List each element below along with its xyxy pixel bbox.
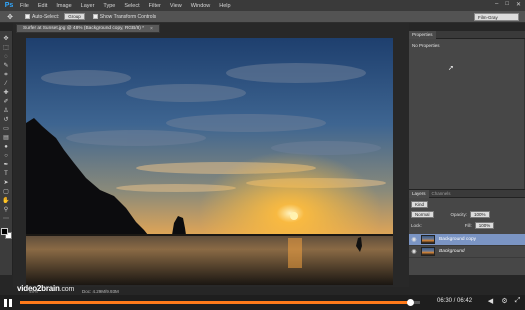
layers-panel: Kind Normal Opacity: 100% Lock: Fill: 10… xyxy=(409,198,525,275)
tab-channels[interactable]: Channels xyxy=(429,190,454,198)
brush-tool-icon[interactable]: ✐ xyxy=(1,98,11,106)
clone-stamp-tool-icon[interactable]: ♙ xyxy=(1,107,11,115)
lock-fill-row: Lock: Fill: 100% xyxy=(411,222,495,229)
quick-select-tool-icon[interactable]: ✎ xyxy=(1,62,11,70)
layer-filter-row: Kind xyxy=(411,201,429,208)
menu-bar: Ps File Edit Image Layer Type Select Fil… xyxy=(0,0,525,11)
visibility-eye-icon[interactable]: ◉ xyxy=(409,248,419,255)
crop-tool-icon[interactable]: ⌗ xyxy=(1,71,11,79)
document-tab[interactable]: Surfer at Sunset.jpg @ 48% (Background c… xyxy=(16,24,160,33)
properties-panel: No Properties ➚ xyxy=(409,39,525,189)
timeline-scrubber[interactable] xyxy=(406,299,414,306)
eraser-tool-icon[interactable]: ▭ xyxy=(1,125,11,133)
menu-type[interactable]: Type xyxy=(103,3,115,9)
minimize-button[interactable]: – xyxy=(495,1,498,8)
timeline-progress xyxy=(20,301,410,304)
layer-thumbnail xyxy=(421,235,435,244)
mouse-cursor-icon: ➚ xyxy=(448,65,454,72)
layer-thumbnail xyxy=(421,247,435,256)
menu-window[interactable]: Window xyxy=(191,3,211,9)
properties-panel-header: Properties xyxy=(409,30,525,39)
fullscreen-icon[interactable]: ⤢ xyxy=(513,297,522,306)
document-tab-title: Surfer at Sunset.jpg @ 48% (Background c… xyxy=(23,26,145,31)
pause-button[interactable] xyxy=(4,299,12,307)
auto-select-dropdown[interactable]: Group xyxy=(64,13,85,20)
layer-name: Background copy xyxy=(439,237,477,242)
fill-label: Fill: xyxy=(464,223,472,228)
healing-brush-tool-icon[interactable]: ✚ xyxy=(1,89,11,97)
main-menu: File Edit Image Layer Type Select Filter… xyxy=(20,3,231,9)
visibility-eye-icon[interactable]: ◉ xyxy=(409,236,419,243)
path-selection-tool-icon[interactable]: ➤ xyxy=(1,179,11,187)
eyedropper-tool-icon[interactable]: ⁄ xyxy=(1,80,11,88)
menu-file[interactable]: File xyxy=(20,3,29,9)
canvas-image[interactable] xyxy=(26,38,393,285)
gradient-tool-icon[interactable]: ▤ xyxy=(1,134,11,142)
sunset-photo xyxy=(26,38,393,285)
layer-kind-filter[interactable]: Kind xyxy=(411,201,429,208)
auto-select-label: Auto-Select: xyxy=(32,13,60,20)
dodge-tool-icon[interactable]: ○ xyxy=(1,152,11,160)
pause-icon-bar-left xyxy=(4,299,7,307)
lock-label: Lock: xyxy=(411,223,422,228)
layer-name: Background xyxy=(439,249,465,254)
playback-time: 06:30 / 06:42 xyxy=(437,298,473,304)
history-brush-tool-icon[interactable]: ↺ xyxy=(1,116,11,124)
fill-field[interactable]: 100% xyxy=(474,222,495,229)
no-properties-message: No Properties xyxy=(412,43,440,48)
zoom-level[interactable]: 48% xyxy=(29,289,38,294)
transform-controls-label: Show Transform Controls xyxy=(99,13,157,20)
blend-opacity-row: Normal Opacity: 100% xyxy=(411,211,490,218)
menu-filter[interactable]: Filter xyxy=(149,3,161,9)
lasso-tool-icon[interactable]: ◌ xyxy=(1,53,11,61)
blur-tool-icon[interactable]: ● xyxy=(1,143,11,151)
menu-help[interactable]: Help xyxy=(219,3,230,9)
zoom-tool-icon[interactable]: ⚲ xyxy=(1,206,11,214)
pause-icon-bar-right xyxy=(9,299,12,307)
move-tool-icon[interactable]: ✥ xyxy=(1,35,11,43)
auto-select-checkbox[interactable] xyxy=(25,14,30,19)
document-status-bar: 48% Doc: 4.29M/9.93M xyxy=(13,287,409,295)
foreground-color-swatch[interactable] xyxy=(0,228,8,235)
menu-select[interactable]: Select xyxy=(124,3,139,9)
workspace-dropdown[interactable]: Film-Gray xyxy=(474,13,519,21)
layer-row-background[interactable]: ◉ Background xyxy=(409,246,525,258)
document-size-info[interactable]: Doc: 4.29M/9.93M xyxy=(82,289,119,294)
layers-panel-header: Layers Channels xyxy=(409,189,525,198)
transform-controls-option[interactable]: Show Transform Controls xyxy=(92,13,157,20)
photoshop-logo: Ps xyxy=(4,2,14,9)
settings-icon[interactable]: ⚙ xyxy=(500,297,509,306)
volume-icon[interactable]: ◀ xyxy=(486,297,495,306)
opacity-label: Opacity: xyxy=(450,212,468,217)
layer-row-background-copy[interactable]: ◉ Background copy xyxy=(409,234,525,246)
video-timeline[interactable] xyxy=(20,299,420,306)
menu-view[interactable]: View xyxy=(170,3,182,9)
close-window-button[interactable]: ✕ xyxy=(516,1,521,8)
type-tool-icon[interactable]: T xyxy=(1,170,11,178)
more-tools-icon[interactable]: ⋯ xyxy=(1,215,11,223)
pen-tool-icon[interactable]: ✒ xyxy=(1,161,11,169)
menu-image[interactable]: Image xyxy=(56,3,71,9)
window-controls: – □ ✕ xyxy=(495,1,521,8)
hand-tool-icon[interactable]: ✋ xyxy=(1,197,11,205)
shape-tool-icon[interactable]: ▢ xyxy=(1,188,11,196)
options-bar: ✥ Auto-Select: Group Show Transform Cont… xyxy=(0,11,525,23)
tools-panel: ✥ ⬚ ◌ ✎ ⌗ ⁄ ✚ ✐ ♙ ↺ ▭ ▤ ● ○ ✒ T ➤ ▢ ✋ ⚲ … xyxy=(0,31,13,275)
menu-edit[interactable]: Edit xyxy=(38,3,47,9)
video-player-bar: 06:30 / 06:42 ◀ ⚙ ⤢ xyxy=(0,295,525,310)
move-tool-icon[interactable]: ✥ xyxy=(3,12,17,22)
transform-controls-checkbox[interactable] xyxy=(92,14,98,19)
auto-select-option[interactable]: Auto-Select: xyxy=(25,14,59,20)
close-document-icon[interactable]: × xyxy=(150,26,153,32)
blend-mode-dropdown[interactable]: Normal xyxy=(411,211,434,218)
tab-properties[interactable]: Properties xyxy=(409,30,436,39)
tab-layers[interactable]: Layers xyxy=(409,189,429,198)
color-swatches[interactable] xyxy=(0,228,12,239)
opacity-field[interactable]: 100% xyxy=(470,211,490,218)
maximize-button[interactable]: □ xyxy=(505,1,509,8)
marquee-tool-icon[interactable]: ⬚ xyxy=(1,44,11,52)
menu-layer[interactable]: Layer xyxy=(81,3,95,9)
